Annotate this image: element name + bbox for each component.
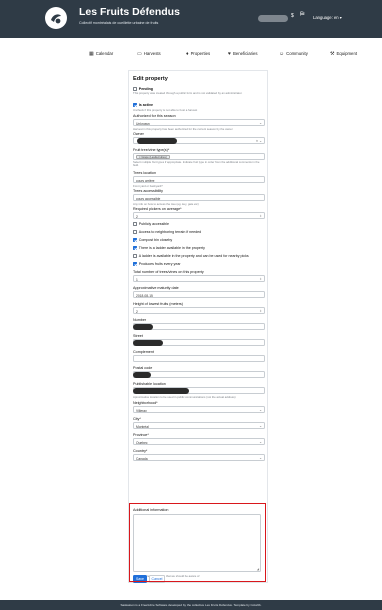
complement-label: Complement (133, 350, 154, 354)
neighborhood-label: Neighborhood* (133, 401, 158, 405)
neighbor-box[interactable] (133, 230, 137, 234)
pending-checkbox[interactable]: Pending (133, 87, 153, 91)
authorized-help: Harvest in this property has been author… (133, 127, 233, 131)
publishable-label: Publishable location (133, 382, 166, 386)
checkbox-every-year[interactable]: Produces fruits every year (133, 262, 181, 266)
language-selector[interactable]: Language: en ▾ (313, 15, 342, 20)
spinner-icon[interactable]: ⇳ (259, 214, 262, 218)
pin-icon: ♦ (186, 51, 189, 57)
logo-icon[interactable] (45, 7, 67, 29)
pickers-input[interactable]: 2 ⇳ (133, 212, 265, 219)
trees-location-input[interactable]: cours arrière (133, 176, 265, 183)
province-select[interactable]: Quebec ⌄ (133, 438, 265, 445)
trees-tag[interactable]: × Grape (Lesdecrubes) (136, 155, 170, 159)
checkbox-ladder[interactable]: There is a ladder available in the prope… (133, 246, 205, 250)
translate-icon: ⛿ (300, 12, 305, 18)
total-trees-input[interactable]: 1 ⇳ (133, 275, 265, 282)
heart-icon: ♥ (228, 51, 231, 57)
chevron-down-icon: ⌄ (259, 456, 262, 460)
province-label: Province* (133, 433, 149, 437)
ladder-box[interactable] (133, 246, 137, 250)
street-label: Street (133, 334, 143, 338)
country-label: Country* (133, 449, 148, 453)
neighborhood-select[interactable]: Villeray ⌄ (133, 406, 265, 413)
country-select[interactable]: Canada ⌄ (133, 454, 265, 461)
tools-icon: ⚒ (330, 51, 335, 57)
site-title[interactable]: Les Fruits Défendus (79, 6, 180, 18)
public-box[interactable] (133, 222, 137, 226)
chevron-down-icon: ⌄ (259, 440, 262, 444)
number-label: Number (133, 318, 147, 322)
people-icon: ☺ (279, 51, 285, 57)
nav-properties[interactable]: ♦ Properties (186, 51, 210, 57)
postal-label: Postal code (133, 366, 153, 370)
site-subtitle: Collectif montréalais de cueillette urba… (79, 21, 159, 25)
checkbox-public[interactable]: Publicly accessible (133, 222, 169, 226)
calendar-icon: ▦ (89, 51, 94, 57)
user-caret-icon[interactable]: $ (291, 13, 294, 19)
nav-calendar[interactable]: ▦ Calendar (89, 51, 113, 57)
spinner-icon[interactable]: ⇳ (259, 277, 262, 281)
trees-select[interactable]: × Grape (Lesdecrubes) (133, 153, 265, 160)
trees-location-label: Trees location (133, 171, 157, 175)
trees-accessibility-input[interactable]: cours accessible (133, 194, 265, 201)
checkbox-ladder-nearby[interactable]: A ladder is available in the property an… (133, 254, 249, 258)
user-menu[interactable] (258, 15, 288, 22)
trees-label: Fruit tree/vine type(s)* (133, 148, 170, 152)
trees-accessibility-help: Any info on how to access the tree (eg. … (133, 202, 199, 206)
chevron-down-icon: ⌄ (259, 424, 262, 428)
footer: Saskatoon is a Free/Libre Software devel… (0, 600, 382, 610)
redacted-publishable (133, 388, 189, 394)
authorized-select[interactable]: Unknown ⌄ (133, 119, 265, 126)
redacted-street (133, 340, 163, 346)
top-header: Les Fruits Défendus Collectif montréalai… (0, 0, 382, 38)
pending-help: This property was created through a publ… (133, 92, 243, 95)
height-label: Height of lowest fruits (meters) (133, 302, 184, 306)
main-nav: ▦ Calendar ▭ Harvests ♦ Properties ♥ Benefic… (0, 48, 382, 62)
authorized-label: Authorized for this season (133, 114, 176, 118)
checkbox-neighbor[interactable]: Access to neighboring terrain if needed (133, 230, 201, 234)
active-checkbox[interactable]: Is active (133, 103, 153, 107)
trees-location-help: Front yard or backyard? (133, 184, 163, 188)
maturity-input[interactable]: 2018-08-15 (133, 291, 265, 298)
trees-help: Select multiple fruit types if appropria… (133, 161, 260, 168)
nav-equipment[interactable]: ⚒ Equipment (330, 51, 357, 57)
active-help: Uncheck if this property is not able to … (133, 108, 198, 112)
nav-community[interactable]: ☺ Community (279, 51, 308, 57)
page-title: Edit property (133, 76, 168, 82)
nav-harvests[interactable]: ▭ Harvests (137, 51, 161, 57)
active-box[interactable] (133, 103, 137, 107)
publishable-help: Aproximative location to be used in publ… (133, 395, 236, 399)
redacted-number (133, 324, 153, 330)
height-input[interactable]: 2 ⇳ (133, 307, 265, 314)
maturity-label: Approximative maturity date (133, 286, 179, 290)
postal-input[interactable] (133, 371, 265, 378)
every-year-box[interactable] (133, 262, 137, 266)
checkbox-compost[interactable]: Compost bin closeby (133, 238, 172, 242)
nav-beneficiaries[interactable]: ♥ Beneficiaries (228, 51, 258, 57)
pickers-label: Required pickers on average* (133, 207, 182, 211)
highlight-box (129, 503, 266, 582)
chevron-down-icon: ⌄ (259, 121, 262, 125)
redacted-postal (133, 372, 151, 378)
city-select[interactable]: Montréal ⌄ (133, 422, 265, 429)
ladder-nearby-box[interactable] (133, 254, 137, 258)
chevron-down-icon: ⌄ (259, 408, 262, 412)
complement-input[interactable] (133, 355, 265, 362)
basket-icon: ▭ (137, 51, 142, 57)
owner-label: Owner (133, 132, 144, 136)
spinner-icon[interactable]: ⇳ (259, 309, 262, 313)
compost-box[interactable] (133, 238, 137, 242)
city-label: City* (133, 417, 141, 421)
trees-accessibility-label: Trees accessibility (133, 189, 163, 193)
total-trees-label: Total number of trees/vines on this prop… (133, 270, 204, 274)
redacted-owner (137, 138, 177, 144)
chevron-down-icon: × ⌄ (256, 139, 262, 143)
pending-box[interactable] (133, 87, 137, 91)
footer-text: Saskatoon is a Free/Libre Software devel… (120, 603, 262, 607)
